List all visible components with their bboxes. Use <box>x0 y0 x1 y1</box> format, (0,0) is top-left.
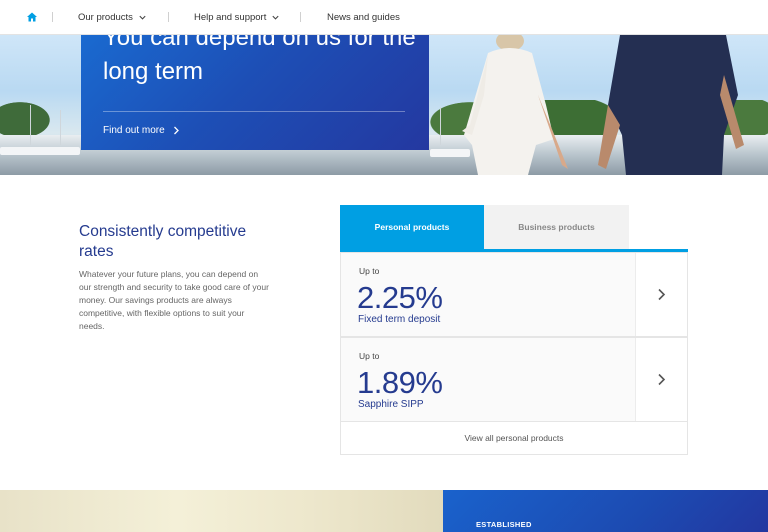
find-out-more-link[interactable]: Find out more <box>103 125 180 136</box>
top-navigation: Our products Help and support News and g… <box>0 0 768 35</box>
tab-business-products[interactable]: Business products <box>484 205 629 249</box>
nav-separator <box>168 12 169 22</box>
rates-description: Whatever your future plans, you can depe… <box>79 269 269 331</box>
nav-item-our-products[interactable]: Our products <box>78 12 147 23</box>
product-name: Sapphire SIPP <box>358 399 424 410</box>
nav-separator <box>300 12 301 22</box>
view-all-personal-products-link[interactable]: View all personal products <box>340 422 688 455</box>
home-icon[interactable] <box>26 11 38 23</box>
divider <box>103 111 405 112</box>
established-panel: ESTABLISHED <box>443 490 768 532</box>
rate-value: 2.25% <box>357 280 443 315</box>
hero-panel: You can depend on us for the long term F… <box>81 24 429 150</box>
rate-prefix: Up to <box>359 351 380 361</box>
nav-separator <box>52 12 53 22</box>
rate-value: 1.89% <box>357 365 443 400</box>
chevron-down-icon <box>139 15 146 20</box>
chevron-right-icon <box>658 373 666 386</box>
established-label: ESTABLISHED <box>476 520 532 529</box>
rates-heading: Consistently competitive rates <box>79 223 247 260</box>
nav-item-help-and-support[interactable]: Help and support <box>194 12 280 23</box>
nav-item-label: Help and support <box>194 12 267 23</box>
nav-item-label: Our products <box>78 12 133 23</box>
find-out-more-label: Find out more <box>103 125 165 136</box>
bottom-hero-image <box>0 490 443 532</box>
tab-personal-products[interactable]: Personal products <box>340 205 484 249</box>
nav-item-label: News and guides <box>327 12 400 23</box>
product-card-fixed-term-deposit[interactable]: Up to 2.25% Fixed term deposit <box>340 252 688 337</box>
product-tabs: Personal products Business products <box>340 205 688 252</box>
product-name: Fixed term deposit <box>358 314 441 325</box>
woman-walking-image <box>462 35 568 175</box>
man-walking-image <box>598 35 744 175</box>
chevron-down-icon <box>272 15 279 20</box>
product-card-sapphire-sipp[interactable]: Up to 1.89% Sapphire SIPP <box>340 337 688 422</box>
rate-prefix: Up to <box>359 266 380 276</box>
chevron-right-icon <box>173 126 179 135</box>
nav-item-news-and-guides[interactable]: News and guides <box>327 12 400 23</box>
chevron-right-icon <box>658 288 666 301</box>
product-arrow-button[interactable] <box>635 253 687 336</box>
product-arrow-button[interactable] <box>635 338 687 421</box>
